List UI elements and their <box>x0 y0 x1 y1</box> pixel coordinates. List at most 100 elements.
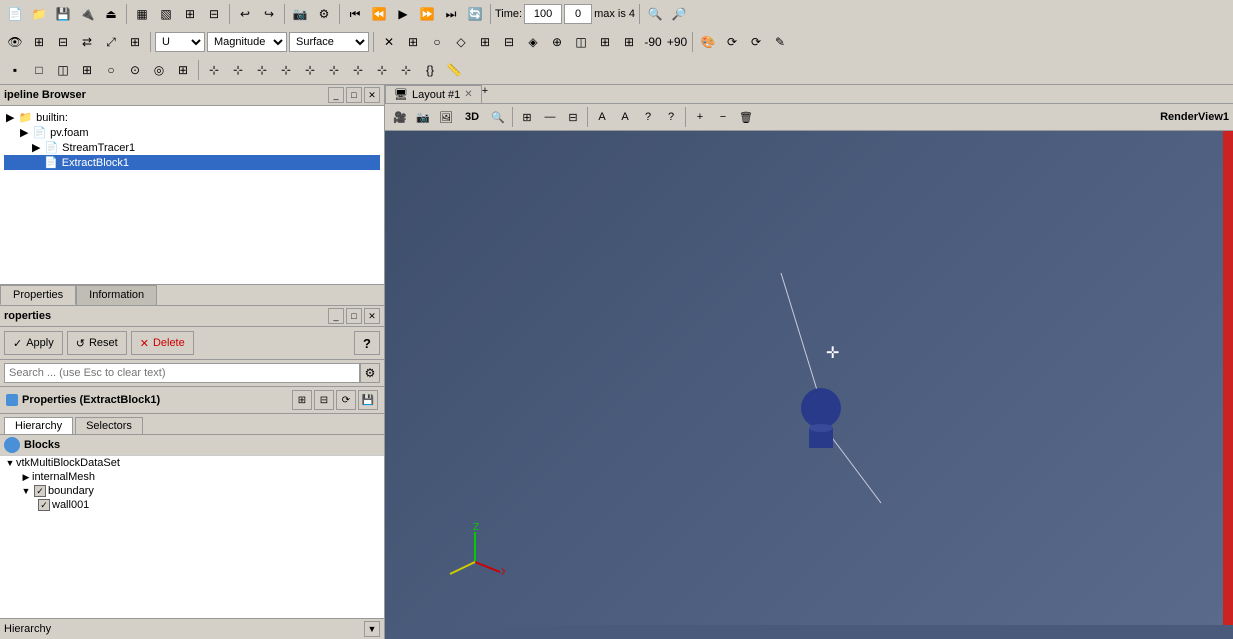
rescale-button[interactable]: ⟳ <box>721 31 743 53</box>
render-btn6[interactable]: — <box>539 106 561 128</box>
edit-colormap-button[interactable]: ✎ <box>769 31 791 53</box>
rescale2-button[interactable]: ⟳ <box>745 31 767 53</box>
new-button[interactable]: 📄 <box>4 3 26 25</box>
tool5[interactable]: ○ <box>100 59 122 81</box>
surface-select[interactable]: Surface <box>289 32 369 52</box>
eye-button[interactable]: 👁 <box>4 31 26 53</box>
measure3[interactable]: ⊹ <box>251 59 273 81</box>
zoom-out-button[interactable]: 🔎 <box>668 3 690 25</box>
measure11[interactable]: 📏 <box>443 59 465 81</box>
settings-button[interactable]: ⚙ <box>313 3 335 25</box>
sources-button[interactable]: ▦ <box>131 3 153 25</box>
interaction-button[interactable]: ⇄ <box>76 31 98 53</box>
render-btn12[interactable]: + <box>689 106 711 128</box>
props-close-button[interactable]: ✕ <box>364 308 380 324</box>
tree-item-vtkmultiblock[interactable]: ▼ vtkMultiBlockDataSet <box>0 456 384 470</box>
selection-btn1[interactable]: ✕ <box>378 31 400 53</box>
selection-btn2[interactable]: ⊞ <box>402 31 424 53</box>
apply-button[interactable]: ✓ Apply <box>4 331 63 355</box>
disconnect-button[interactable]: ⏏ <box>100 3 122 25</box>
selection-btn9[interactable]: ◫ <box>570 31 592 53</box>
tree-item-wall001[interactable]: wall001 <box>0 498 384 512</box>
pipeline-item-extractblock[interactable]: 📄 ExtractBlock1 <box>4 155 380 170</box>
hierarchy-arrow-button[interactable]: ▼ <box>364 621 380 637</box>
measure10[interactable]: {} <box>419 59 441 81</box>
select-button[interactable]: ⤢ <box>100 31 122 53</box>
tool6[interactable]: ⊙ <box>124 59 146 81</box>
measure5[interactable]: ⊹ <box>299 59 321 81</box>
measure7[interactable]: ⊹ <box>347 59 369 81</box>
search-gear-button[interactable]: ⚙ <box>360 363 380 383</box>
props-copy-button[interactable]: ⊞ <box>292 390 312 410</box>
measure2[interactable]: ⊹ <box>227 59 249 81</box>
measure1[interactable]: ⊹ <box>203 59 225 81</box>
selection-btn11[interactable]: ⊞ <box>618 31 640 53</box>
selection-btn8[interactable]: ⊕ <box>546 31 568 53</box>
selection-btn5[interactable]: ⊞ <box>474 31 496 53</box>
reset-button[interactable]: ↺ Reset <box>67 331 127 355</box>
tree-item-boundary[interactable]: ▼ boundary <box>0 484 384 498</box>
add-layout-button[interactable]: + <box>482 85 488 103</box>
redo-button[interactable]: ↪ <box>258 3 280 25</box>
render-btn11[interactable]: ? <box>660 106 682 128</box>
time-value-input[interactable] <box>524 4 562 24</box>
search-input[interactable] <box>4 363 360 383</box>
tool7[interactable]: ◎ <box>148 59 170 81</box>
render-btn13[interactable]: − <box>712 106 734 128</box>
checkbox-boundary[interactable] <box>34 485 46 497</box>
component-select[interactable]: Magnitude <box>207 32 287 52</box>
checkbox-wall001[interactable] <box>38 499 50 511</box>
render-btn7[interactable]: ⊟ <box>562 106 584 128</box>
filters-button[interactable]: ▧ <box>155 3 177 25</box>
pipeline-item-streamtracer[interactable]: ▶ 📄 StreamTracer1 <box>4 140 380 155</box>
selection-btn3[interactable]: ○ <box>426 31 448 53</box>
measure8[interactable]: ⊹ <box>371 59 393 81</box>
first-frame-button[interactable]: ⏮ <box>344 3 366 25</box>
viewport-content[interactable]: Z X ✛ <box>385 131 1233 625</box>
undo-button[interactable]: ↩ <box>234 3 256 25</box>
open-button[interactable]: 📁 <box>28 3 50 25</box>
time-frame-input[interactable] <box>564 4 592 24</box>
tool8[interactable]: ⊞ <box>172 59 194 81</box>
props-max-button[interactable]: □ <box>346 308 362 324</box>
save-button[interactable]: 💾 <box>52 3 74 25</box>
render-btn8[interactable]: A <box>591 106 613 128</box>
pipeline-item-pvfoam[interactable]: ▶ 📄 pv.foam <box>4 125 380 140</box>
render-3d-button[interactable]: 3D <box>458 106 486 128</box>
tool4[interactable]: ⊞ <box>76 59 98 81</box>
camera-button[interactable]: 📷 <box>289 3 311 25</box>
field-select[interactable]: U <box>155 32 205 52</box>
render-btn1[interactable]: 🎥 <box>389 106 411 128</box>
hide-all-button[interactable]: ⊟ <box>52 31 74 53</box>
layout-tab[interactable]: 🖥 Layout #1 ✕ <box>385 85 482 103</box>
tool3[interactable]: ◫ <box>52 59 74 81</box>
selection-btn6[interactable]: ⊟ <box>498 31 520 53</box>
pipeline-min-button[interactable]: _ <box>328 87 344 103</box>
selection-btn7[interactable]: ◈ <box>522 31 544 53</box>
sub-tab-hierarchy[interactable]: Hierarchy <box>4 417 73 434</box>
tool2[interactable]: □ <box>28 59 50 81</box>
render-btn2[interactable]: 📷 <box>412 106 434 128</box>
tree-item-internalmesh[interactable]: ▶ internalMesh <box>0 470 384 484</box>
select2-button[interactable]: ⊞ <box>124 31 146 53</box>
tab-properties[interactable]: Properties <box>0 285 76 305</box>
render-btn3[interactable]: 🖼 <box>435 106 457 128</box>
play-button[interactable]: ▶ <box>392 3 414 25</box>
tab-information[interactable]: Information <box>76 285 157 305</box>
props-refresh-button[interactable]: ⟳ <box>336 390 356 410</box>
pipeline-max-button[interactable]: □ <box>346 87 362 103</box>
render-btn10[interactable]: ? <box>637 106 659 128</box>
props-copy2-button[interactable]: ⊟ <box>314 390 334 410</box>
render-btn14[interactable]: 🗑 <box>735 106 757 128</box>
show-all-button[interactable]: ⊞ <box>28 31 50 53</box>
tool1[interactable]: ▪ <box>4 59 26 81</box>
connect-button[interactable]: 🔌 <box>76 3 98 25</box>
orient-pos-button[interactable]: +90 <box>666 31 688 53</box>
help-button[interactable]: ? <box>354 331 380 355</box>
measure9[interactable]: ⊹ <box>395 59 417 81</box>
colormap-button[interactable]: 🎨 <box>697 31 719 53</box>
orient-neg-button[interactable]: -90 <box>642 31 664 53</box>
collaboration-button[interactable]: ⊟ <box>203 3 225 25</box>
measure4[interactable]: ⊹ <box>275 59 297 81</box>
selection-btn4[interactable]: ◇ <box>450 31 472 53</box>
